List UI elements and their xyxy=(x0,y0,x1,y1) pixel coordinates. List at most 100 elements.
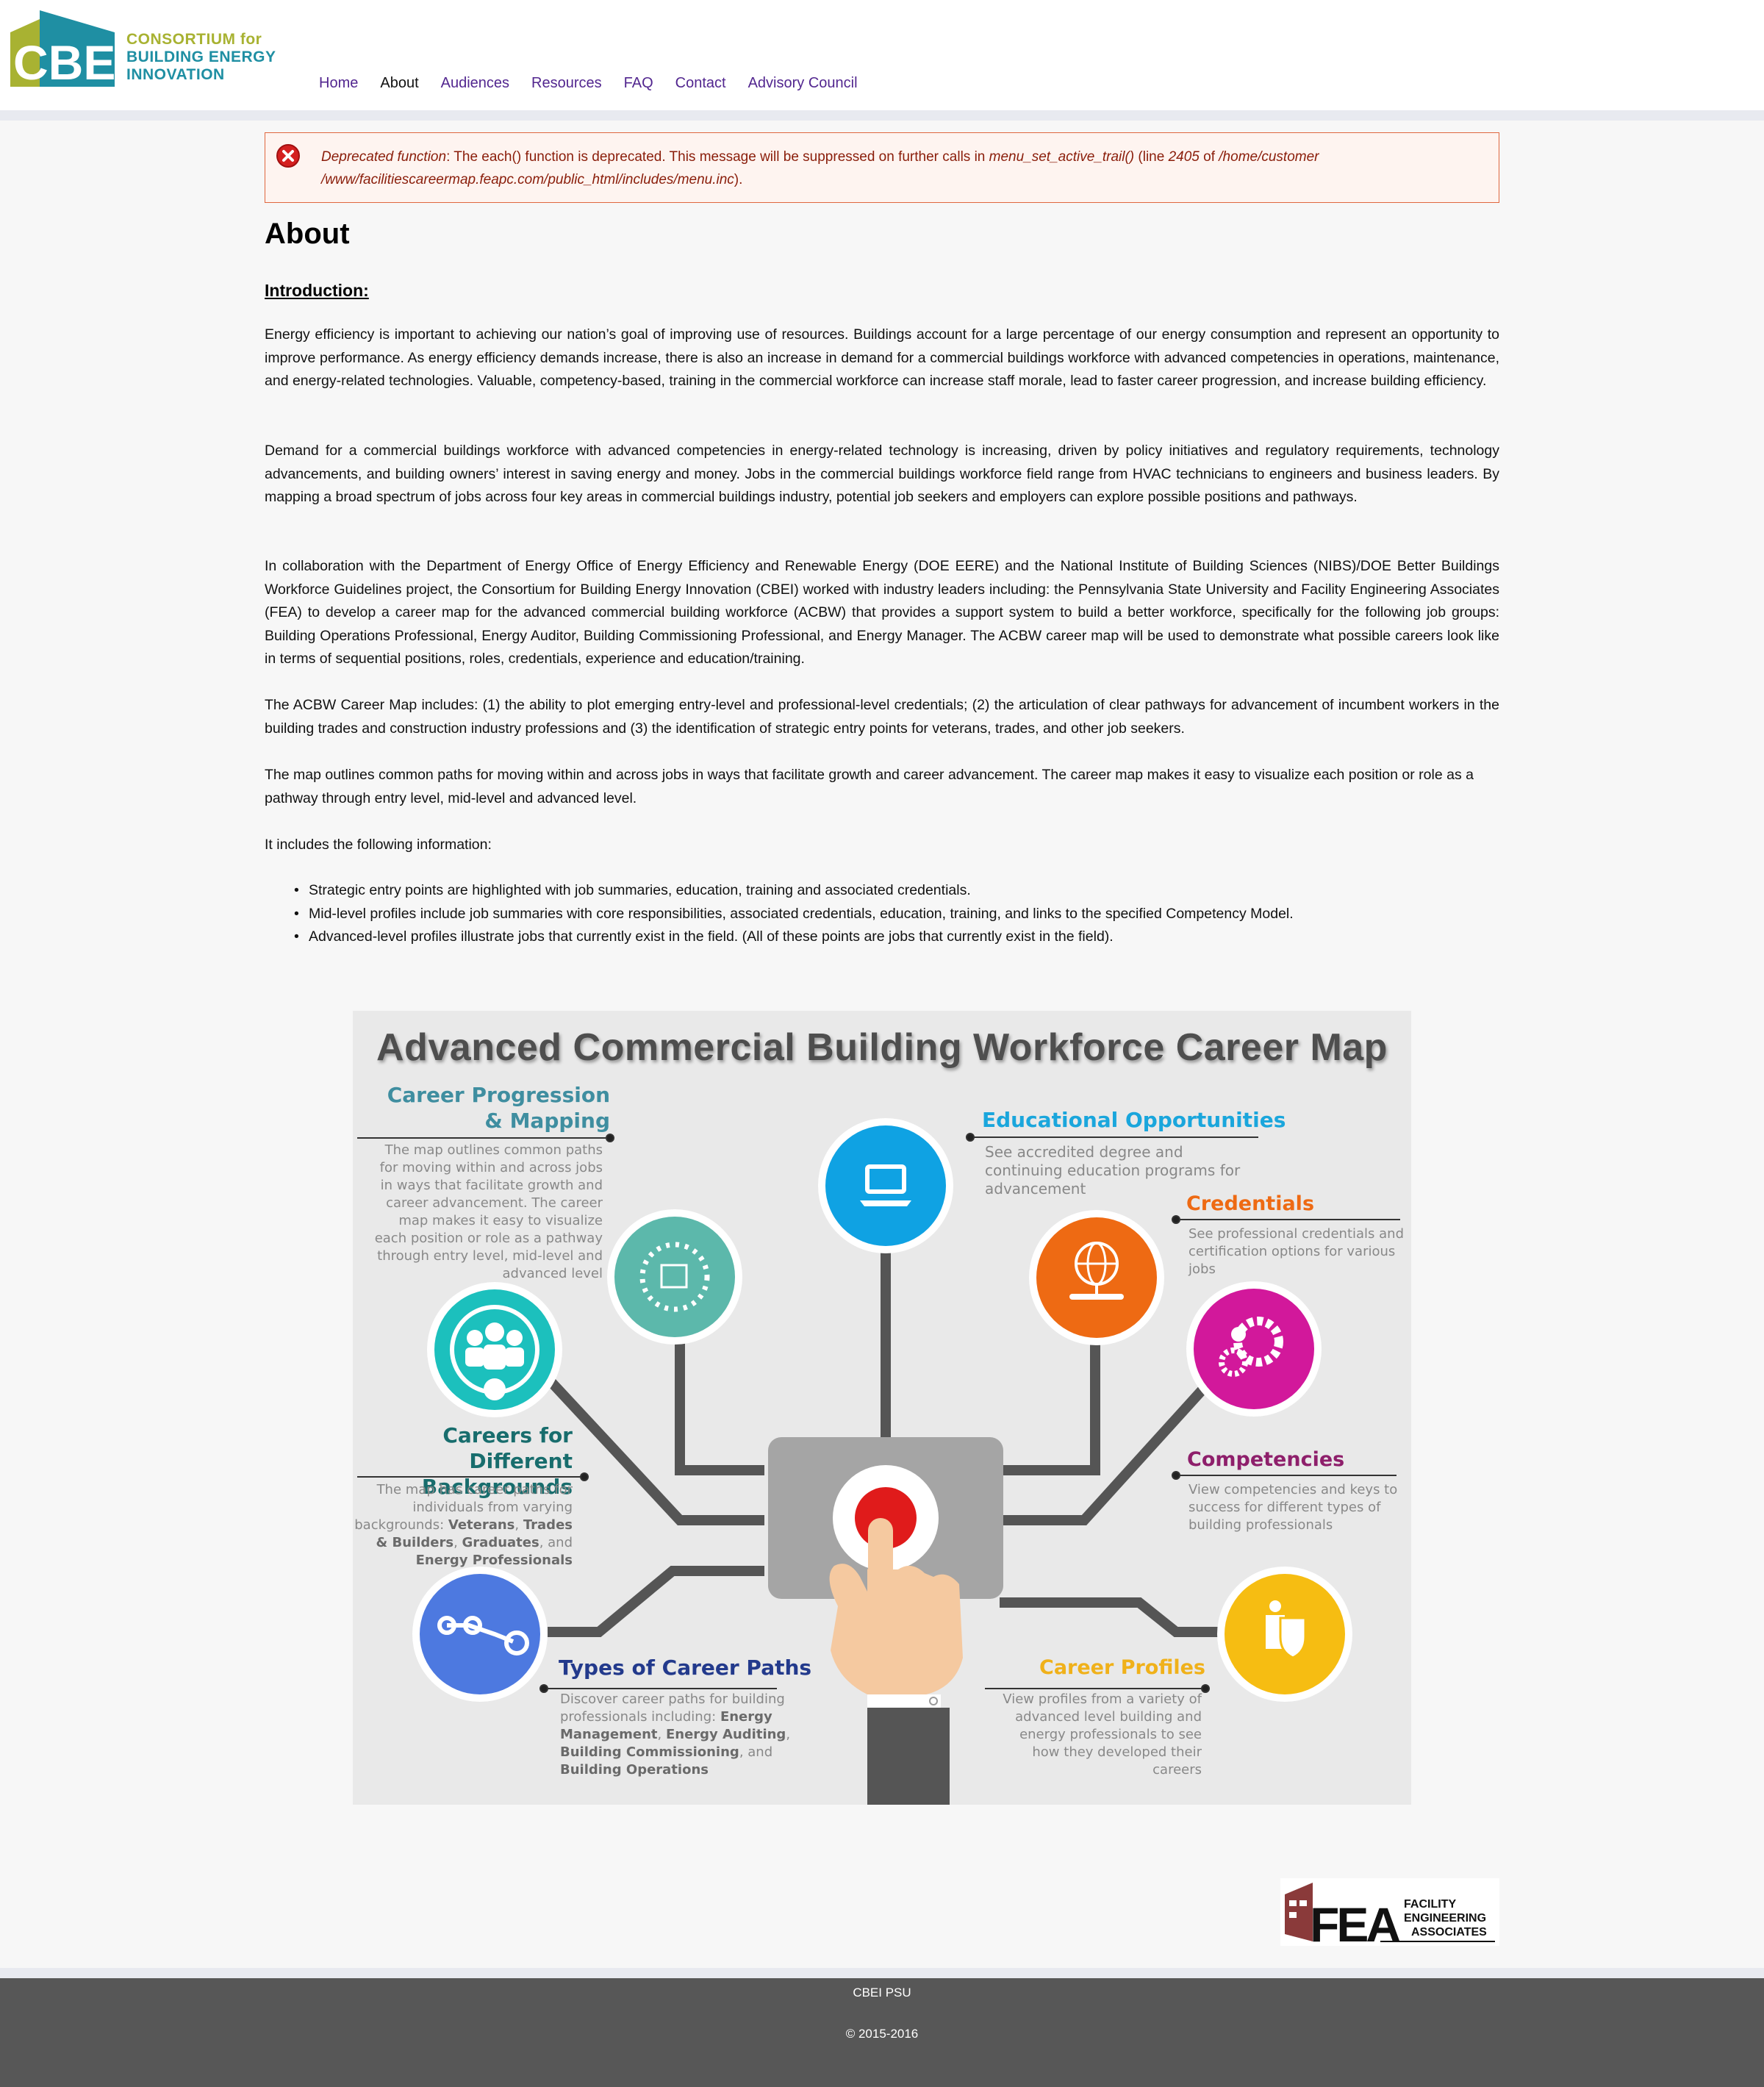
fea-logo-line-3: ASSOCIATES xyxy=(1411,1926,1487,1939)
logo-wordmark: CONSORTIUM for BUILDING ENERGY INNOVATIO… xyxy=(126,31,276,84)
nav-home[interactable]: Home xyxy=(319,74,358,93)
error-message: Deprecated function: The each() function… xyxy=(265,132,1499,203)
progression-heading-line-2: & Mapping xyxy=(484,1109,610,1133)
paths-text-part: , xyxy=(657,1727,666,1742)
logo-line-3: INNOVATION xyxy=(126,66,225,83)
progression-text-line: each position or role as a pathway xyxy=(374,1231,603,1246)
credentials-text-line: See professional credentials and xyxy=(1188,1226,1405,1242)
nav-advisory-council[interactable]: Advisory Council xyxy=(748,74,858,93)
nav-resources[interactable]: Resources xyxy=(531,74,602,93)
paths-text-part: professionals including: xyxy=(560,1709,720,1725)
paragraph-6: It includes the following information: xyxy=(265,837,492,853)
credentials-text-line: jobs xyxy=(1188,1261,1216,1277)
logo-line-2: BUILDING ENERGY xyxy=(126,49,276,65)
main-nav: Home About Audiences Resources FAQ Conta… xyxy=(319,74,880,93)
backgrounds-builders: & Builders xyxy=(376,1535,454,1550)
logo-mark-text: CBEI xyxy=(13,35,115,87)
intro-heading: Introduction: xyxy=(265,281,369,300)
backgrounds-text-line: individuals from varying xyxy=(412,1500,573,1515)
backgrounds-text-part: , xyxy=(514,1517,523,1533)
error-label: Deprecated function xyxy=(321,149,447,165)
backgrounds-trades: Trades xyxy=(523,1517,573,1533)
education-text-line: See accredited degree and xyxy=(985,1143,1183,1161)
profiles-text-line: advanced level building and xyxy=(1015,1709,1202,1725)
backgrounds-text-line: & Builders, Graduates, and xyxy=(353,1534,573,1552)
list-item: Mid-level profiles include job summaries… xyxy=(294,903,1499,926)
backgrounds-text-line: The map has career paths for xyxy=(376,1482,573,1497)
nav-audiences[interactable]: Audiences xyxy=(441,74,509,93)
paths-energy: Energy xyxy=(720,1709,772,1725)
cbei-logo-mark: CBEI xyxy=(10,10,115,87)
paths-heading: Types of Career Paths xyxy=(559,1655,812,1680)
site-footer: CBEI PSU © 2015-2016 xyxy=(0,1978,1764,2087)
profiles-text-line: careers xyxy=(1152,1762,1202,1778)
profiles-text-line: View profiles from a variety of xyxy=(1003,1692,1202,1707)
paragraph-1: Energy efficiency is important to achiev… xyxy=(265,326,1499,389)
paths-text-part: , xyxy=(786,1727,791,1742)
competencies-text-line: View competencies and keys to xyxy=(1188,1482,1398,1497)
id-badge-icon xyxy=(1217,1567,1352,1702)
backgrounds-text-part: backgrounds: xyxy=(354,1517,448,1533)
header-divider xyxy=(0,110,1764,121)
fea-logo[interactable]: FEA FACILITY ENGINEERING ASSOCIATES xyxy=(1280,1878,1499,1946)
nodes-icon xyxy=(412,1567,548,1702)
list-item: Strategic entry points are highlighted w… xyxy=(294,879,1499,903)
info-list: Strategic entry points are highlighted w… xyxy=(294,879,1499,949)
paths-building-commissioning: Building Commissioning xyxy=(560,1744,739,1760)
page-title: About xyxy=(265,218,350,250)
progression-heading-line-1: Career Progression xyxy=(387,1083,610,1107)
list-item: Advanced-level profiles illustrate jobs … xyxy=(294,926,1499,949)
error-line-number: 2405 xyxy=(1168,149,1200,165)
competencies-text: View competencies and keys to success fo… xyxy=(1188,1481,1409,1534)
paragraph-5: The map outlines common paths for moving… xyxy=(265,767,1474,806)
paths-text-line: Building Operations xyxy=(560,1761,795,1779)
backgrounds-graduates: Graduates xyxy=(462,1535,539,1550)
education-text: See accredited degree and continuing edu… xyxy=(985,1143,1250,1198)
footer-org: CBEI PSU xyxy=(853,1986,911,2000)
education-text-line: continuing education programs for xyxy=(985,1161,1241,1179)
error-text-1: : The each() function is deprecated. Thi… xyxy=(446,149,989,165)
backgrounds-text-part: , and xyxy=(539,1535,573,1550)
progression-text-line: The map outlines common paths xyxy=(384,1142,603,1158)
backgrounds-text-part: , xyxy=(453,1535,462,1550)
nav-contact[interactable]: Contact xyxy=(675,74,726,93)
progression-text-line: advanced level xyxy=(502,1266,603,1281)
site-header: CBEI CONSORTIUM for BUILDING ENERGY INNO… xyxy=(0,0,1764,110)
backgrounds-text-line: backgrounds: Veterans, Trades xyxy=(353,1517,573,1534)
globe-network-icon xyxy=(1029,1210,1164,1345)
backgrounds-heading-line-1: Careers for Different xyxy=(442,1423,573,1473)
backgrounds-veterans: Veterans xyxy=(448,1517,515,1533)
gears-icon xyxy=(1186,1281,1322,1417)
error-x-icon xyxy=(276,144,300,168)
progression-text-line: for moving within and across jobs xyxy=(379,1160,603,1175)
paths-text-part: , and xyxy=(739,1744,773,1760)
profiles-text: View profiles from a variety of advanced… xyxy=(967,1691,1202,1779)
profiles-heading: Career Profiles xyxy=(1039,1656,1205,1679)
progression-text-line: career advancement. The career xyxy=(386,1195,603,1211)
nav-faq[interactable]: FAQ xyxy=(624,74,653,93)
paths-text-line: professionals including: Energy xyxy=(560,1708,795,1726)
error-text: Deprecated function: The each() function… xyxy=(321,146,1482,191)
fea-logo-letters: FEA xyxy=(1310,1897,1399,1946)
credentials-heading: Credentials xyxy=(1186,1192,1315,1215)
competencies-heading: Competencies xyxy=(1187,1448,1345,1471)
progression-heading: Career Progression & Mapping xyxy=(360,1082,610,1134)
error-text-3: of xyxy=(1199,149,1219,165)
paragraph-4: The ACBW Career Map includes: (1) the ab… xyxy=(265,697,1499,737)
paths-text-line: Discover career paths for building xyxy=(560,1692,785,1707)
error-function-name: menu_set_active_trail() xyxy=(989,149,1135,165)
credentials-text-line: certification options for various xyxy=(1188,1244,1396,1259)
footer-divider xyxy=(0,1968,1764,1978)
paragraph-2: Demand for a commercial buildings workfo… xyxy=(265,443,1499,505)
fea-logo-line-2: ENGINEERING xyxy=(1404,1912,1486,1925)
nav-about[interactable]: About xyxy=(380,74,418,93)
cbei-logo[interactable]: CBEI CONSORTIUM for BUILDING ENERGY INNO… xyxy=(10,10,290,87)
backgrounds-energy-professionals: Energy Professionals xyxy=(415,1553,573,1568)
competencies-text-line: building professionals xyxy=(1188,1517,1333,1533)
footer-copyright: © 2015-2016 xyxy=(845,2027,919,2041)
progression-text: The map outlines common paths for moving… xyxy=(368,1142,603,1283)
error-text-2: (line xyxy=(1134,149,1169,165)
competencies-text-line: success for different types of xyxy=(1188,1500,1381,1515)
profiles-text-line: energy professionals to see xyxy=(1019,1727,1202,1742)
progression-text-line: in ways that facilitate growth and xyxy=(380,1178,603,1193)
